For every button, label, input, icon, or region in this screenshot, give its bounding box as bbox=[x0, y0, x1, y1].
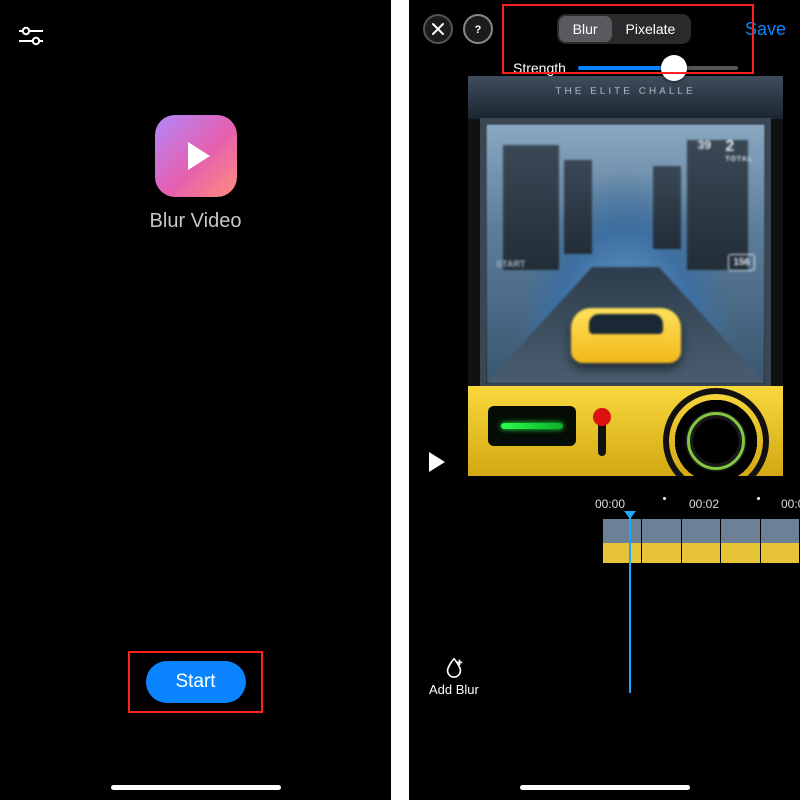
settings-icon[interactable] bbox=[18, 26, 44, 46]
app-title: Blur Video bbox=[0, 210, 391, 233]
playhead[interactable] bbox=[629, 517, 631, 693]
app-icon bbox=[155, 115, 237, 197]
time-ruler: 00:00 00:02 00:04 bbox=[409, 497, 800, 517]
add-blur-label: Add Blur bbox=[429, 682, 479, 697]
game-screen: 39 2 TOTAL 156 START bbox=[486, 124, 765, 384]
strength-slider[interactable] bbox=[578, 53, 738, 83]
hud-start-tag: START bbox=[496, 259, 525, 269]
arcade-dashboard bbox=[468, 386, 783, 476]
filmstrip-frame bbox=[603, 519, 642, 563]
editor-toolbar: ? Blur Pixelate Save bbox=[409, 14, 800, 44]
time-label-0: 00:00 bbox=[595, 497, 625, 511]
home-indicator[interactable] bbox=[111, 785, 281, 790]
filmstrip-frame bbox=[682, 519, 721, 563]
add-blur-button[interactable]: Add Blur bbox=[429, 656, 479, 697]
droplet-plus-icon bbox=[443, 656, 465, 678]
tab-pixelate[interactable]: Pixelate bbox=[612, 16, 690, 42]
save-button[interactable]: Save bbox=[745, 19, 786, 40]
welcome-screen: Blur Video Start bbox=[0, 0, 391, 800]
time-label-2: 00:04 bbox=[781, 497, 800, 511]
time-label-1: 00:02 bbox=[689, 497, 719, 511]
close-icon bbox=[431, 22, 445, 36]
effect-segmented-control: Blur Pixelate bbox=[557, 14, 692, 44]
filmstrip[interactable] bbox=[603, 519, 800, 563]
svg-text:?: ? bbox=[475, 24, 482, 36]
hud-speed: 156 bbox=[728, 254, 755, 271]
home-indicator[interactable] bbox=[520, 785, 690, 790]
game-car bbox=[571, 308, 681, 363]
video-preview: THE ELITE CHALLE 39 2 TOTAL 156 START bbox=[468, 76, 783, 476]
filmstrip-frame bbox=[721, 519, 760, 563]
play-button[interactable] bbox=[429, 452, 445, 472]
arcade-shifter bbox=[598, 420, 606, 456]
slider-track bbox=[578, 66, 738, 70]
arcade-screen-frame: 39 2 TOTAL 156 START bbox=[480, 118, 771, 390]
tab-blur[interactable]: Blur bbox=[559, 16, 612, 42]
dashboard-display bbox=[488, 406, 576, 446]
hud-score: 39 bbox=[698, 138, 711, 152]
start-button[interactable]: Start bbox=[145, 661, 245, 703]
editor-screen: ? Blur Pixelate Save Strength THE ELITE … bbox=[409, 0, 800, 800]
filmstrip-frame bbox=[761, 519, 800, 563]
strength-control: Strength bbox=[513, 53, 738, 83]
help-button[interactable]: ? bbox=[463, 14, 493, 44]
slider-thumb[interactable] bbox=[661, 55, 687, 81]
arcade-steering-wheel bbox=[663, 388, 769, 476]
timeline: 00:00 00:02 00:04 Add Blur bbox=[409, 497, 800, 727]
strength-label: Strength bbox=[513, 60, 566, 76]
filmstrip-frame bbox=[642, 519, 681, 563]
help-icon: ? bbox=[471, 22, 485, 36]
close-button[interactable] bbox=[423, 14, 453, 44]
hud-total: 2 TOTAL bbox=[725, 138, 753, 163]
play-icon bbox=[176, 136, 216, 176]
